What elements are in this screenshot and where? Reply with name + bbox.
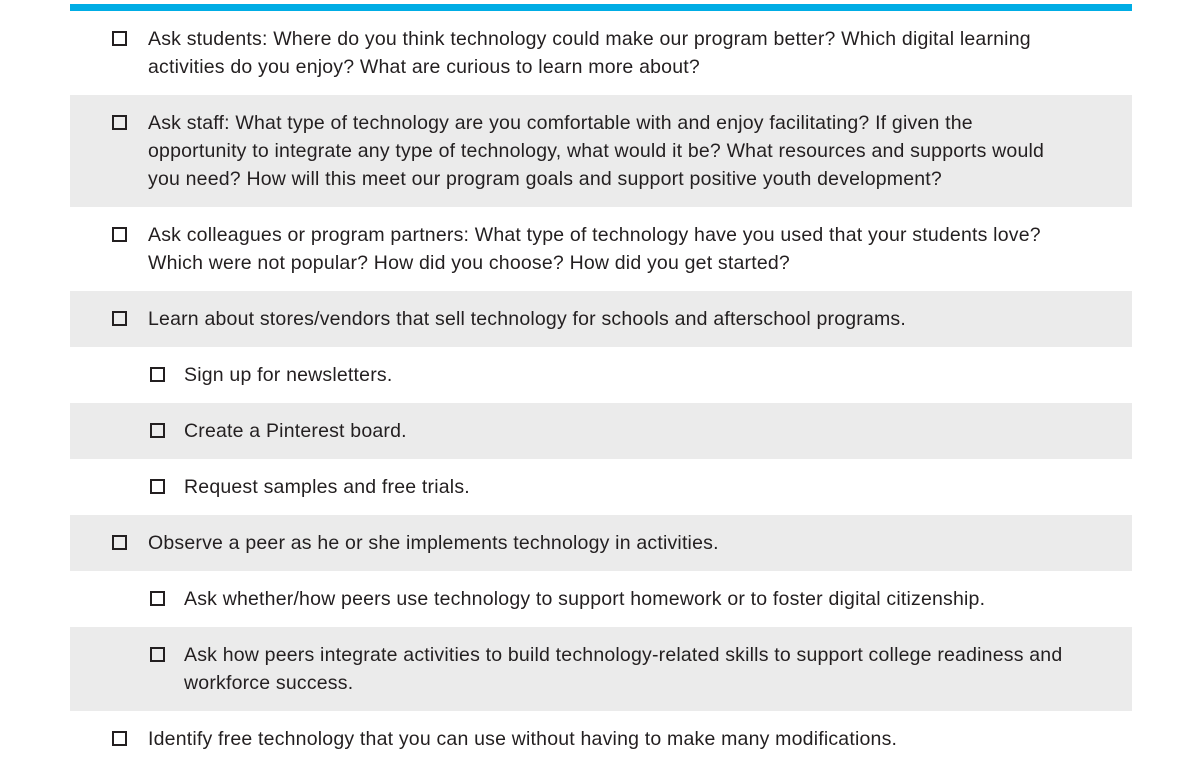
checklist-row[interactable]: Create a Pinterest board. — [70, 403, 1132, 459]
empty-checkbox-icon[interactable] — [150, 367, 165, 382]
checklist-page: Ask students: Where do you think technol… — [0, 0, 1200, 767]
empty-checkbox-icon[interactable] — [112, 31, 127, 46]
checklist-row[interactable]: Ask staff: What type of technology are y… — [70, 95, 1132, 207]
checklist-item-label: Learn about stores/vendors that sell tec… — [148, 308, 906, 330]
empty-checkbox-icon[interactable] — [150, 591, 165, 606]
checklist-item-label: Ask students: Where do you think technol… — [148, 28, 1031, 78]
empty-checkbox-icon[interactable] — [112, 535, 127, 550]
empty-checkbox-icon[interactable] — [112, 731, 127, 746]
empty-checkbox-icon[interactable] — [112, 227, 127, 242]
empty-checkbox-icon[interactable] — [150, 647, 165, 662]
accent-bar — [70, 4, 1132, 11]
checklist-item-label: Request samples and free trials. — [184, 476, 470, 498]
checklist-row[interactable]: Observe a peer as he or she implements t… — [70, 515, 1132, 571]
empty-checkbox-icon[interactable] — [150, 423, 165, 438]
empty-checkbox-icon[interactable] — [112, 311, 127, 326]
checklist-row[interactable]: Identify free technology that you can us… — [70, 711, 1132, 767]
checklist-item-label: Ask colleagues or program partners: What… — [148, 224, 1041, 274]
checklist-row[interactable]: Ask students: Where do you think technol… — [70, 11, 1132, 95]
checklist-item-label: Ask staff: What type of technology are y… — [148, 112, 1045, 190]
empty-checkbox-icon[interactable] — [112, 115, 127, 130]
empty-checkbox-icon[interactable] — [150, 479, 165, 494]
checklist-row[interactable]: Learn about stores/vendors that sell tec… — [70, 291, 1132, 347]
checklist-item-label: Sign up for newsletters. — [184, 364, 393, 386]
checklist-row[interactable]: Request samples and free trials. — [70, 459, 1132, 515]
checklist-row[interactable]: Ask colleagues or program partners: What… — [70, 207, 1132, 291]
checklist-item-label: Ask how peers integrate activities to bu… — [184, 644, 1063, 694]
checklist-item-label: Observe a peer as he or she implements t… — [148, 532, 719, 554]
checklist-row[interactable]: Ask whether/how peers use technology to … — [70, 571, 1132, 627]
checklist-row[interactable]: Sign up for newsletters. — [70, 347, 1132, 403]
checklist-item-label: Identify free technology that you can us… — [148, 728, 898, 750]
checklist: Ask students: Where do you think technol… — [0, 11, 1200, 767]
checklist-item-label: Ask whether/how peers use technology to … — [184, 588, 986, 610]
checklist-item-label: Create a Pinterest board. — [184, 420, 407, 442]
checklist-row[interactable]: Ask how peers integrate activities to bu… — [70, 627, 1132, 711]
